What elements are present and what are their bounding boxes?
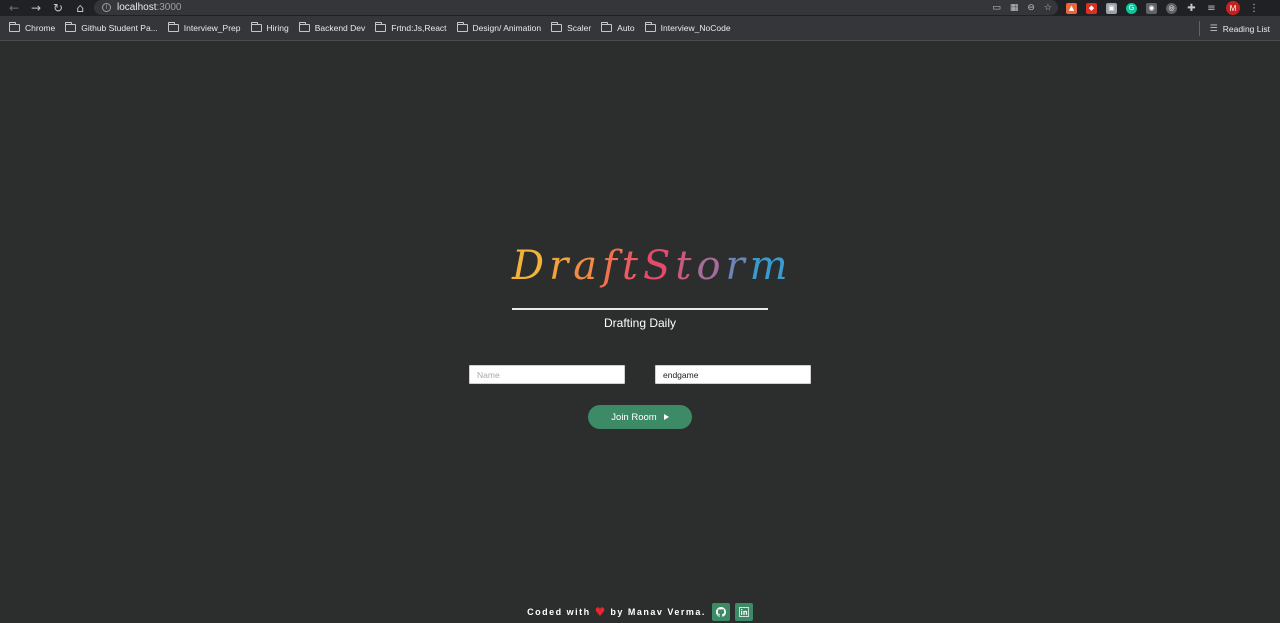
back-icon[interactable]: ← [3, 0, 25, 16]
footer-author: by Manav Verma. [610, 606, 706, 617]
logo-letter: t [675, 243, 697, 289]
github-icon [715, 606, 726, 617]
folder-icon [167, 22, 179, 32]
join-room-button[interactable]: Join Room [588, 405, 692, 429]
bookmark-label: Interview_NoCode [660, 23, 731, 33]
folder-icon [298, 22, 310, 32]
bookmark-folder[interactable]: Backend Dev [298, 16, 366, 41]
extension-icon[interactable]: ▲ [1066, 2, 1077, 14]
logo-letter: t [621, 243, 643, 289]
bookmark-label: Frtnd:Js,React [391, 23, 447, 33]
site-info-icon[interactable]: i [102, 3, 111, 12]
bookmark-label: Backend Dev [314, 23, 366, 33]
logo-letter: D [512, 243, 550, 289]
folder-icon [644, 22, 656, 32]
github-link[interactable] [711, 602, 730, 621]
home-icon[interactable]: ⌂ [69, 0, 91, 16]
room-input[interactable] [655, 365, 811, 384]
bookmarks-bar: Chrome Github Student Pa... Interview_Pr… [0, 16, 1280, 41]
bookmark-folder[interactable]: Design/ Animation [456, 16, 542, 41]
reading-list-label: Reading List [1222, 23, 1270, 34]
qr-code-icon[interactable]: ▦ [1010, 3, 1019, 13]
bookmark-label: Design/ Animation [472, 23, 542, 33]
puzzle-icon[interactable]: ✚ [1186, 3, 1197, 14]
bookmark-label: Auto [617, 23, 635, 33]
bookmark-label: Scaler [567, 23, 592, 33]
footer: Coded with ♥ by Manav Verma. [0, 600, 1280, 623]
folder-icon [65, 22, 77, 32]
logo-letter: r [549, 243, 574, 289]
logo-letter: o [696, 243, 726, 289]
folder-icon [375, 22, 387, 32]
bookmark-label: Chrome [25, 23, 56, 33]
extension-icon[interactable]: ◆ [1086, 2, 1097, 14]
star-icon[interactable]: ☆ [1044, 3, 1052, 13]
bookmark-folder[interactable]: Auto [601, 16, 635, 41]
folder-icon [9, 22, 20, 32]
bookmark-folder[interactable]: Frtnd:Js,React [375, 16, 447, 41]
bookmark-folder[interactable]: Interview_Prep [167, 16, 241, 41]
logo-divider [512, 308, 768, 310]
tagline: Drafting Daily [603, 316, 677, 330]
linkedin-link[interactable] [734, 602, 753, 621]
address-bar[interactable]: i localhost:3000 ▭ ▦ ⊖ ☆ [94, 0, 1058, 15]
reload-icon[interactable]: ↻ [47, 0, 69, 16]
linkedin-icon [738, 606, 749, 617]
logo-letter: r [725, 243, 750, 289]
zoom-icon[interactable]: ⊖ [1027, 3, 1035, 13]
browser-toolbar: ← → ↻ ⌂ i localhost:3000 ▭ ▦ ⊖ ☆ ▲ ◆ ▣ G… [0, 0, 1280, 16]
extension-icon[interactable]: ▣ [1106, 2, 1117, 14]
app-logo: DraftStorm [512, 240, 788, 292]
bookmarks-divider [1199, 21, 1200, 36]
extension-icon[interactable]: ◎ [1166, 2, 1177, 14]
profile-avatar[interactable]: M [1226, 1, 1240, 15]
folder-icon [551, 22, 563, 32]
reading-list-button[interactable]: ☰ Reading List [1210, 16, 1270, 41]
folder-icon [250, 22, 262, 32]
logo-letter: m [749, 243, 793, 289]
bookmark-label: Hiring [266, 23, 289, 33]
grammarly-icon[interactable]: G [1126, 2, 1137, 14]
folder-icon [601, 22, 613, 32]
logo-letter: f [602, 243, 622, 289]
url-port: :3000 [156, 2, 182, 13]
reading-list-icon: ☰ [1209, 23, 1218, 34]
bookmark-folder[interactable]: Scaler [551, 16, 591, 41]
play-icon [663, 414, 669, 420]
join-room-label: Join Room [611, 411, 657, 423]
menu-icon[interactable]: ⋮ [1249, 3, 1259, 14]
logo-letter: S [642, 243, 676, 289]
name-input[interactable] [469, 365, 625, 384]
forward-icon[interactable]: → [25, 0, 47, 16]
footer-prefix: Coded with [527, 606, 591, 617]
bookmark-folder[interactable]: Hiring [250, 16, 289, 41]
logo-letter: a [573, 243, 603, 289]
heart-icon: ♥ [594, 604, 606, 619]
bookmark-label: Interview_Prep [183, 23, 241, 33]
folder-icon [456, 22, 468, 32]
url-host: localhost [117, 2, 157, 13]
bookmark-folder[interactable]: Github Student Pa... [65, 16, 158, 41]
bookmark-label: Github Student Pa... [81, 23, 158, 33]
media-icon[interactable]: ≡ [1206, 3, 1217, 14]
camera-icon[interactable]: ◉ [1146, 2, 1157, 14]
bookmark-folder[interactable]: Chrome [9, 16, 55, 41]
extensions-area: ▲ ◆ ▣ G ◉ ◎ ✚ ≡ M ⋮ [1066, 0, 1259, 16]
bookmark-folder[interactable]: Interview_NoCode [644, 16, 731, 41]
cast-icon[interactable]: ▭ [992, 3, 1001, 13]
